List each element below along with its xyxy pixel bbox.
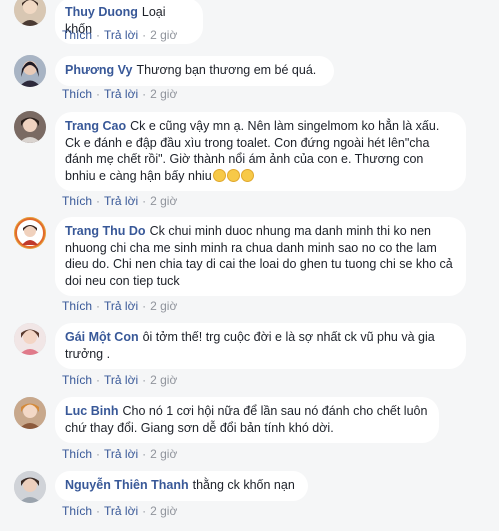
comment-actions: Thích · Trả lời · 2 giờ [62, 194, 177, 208]
like-link[interactable]: Thích [62, 504, 92, 518]
comment-actions: Thích · Trả lời · 2 giờ [62, 28, 177, 42]
comment-actions: Thích · Trả lời · 2 giờ [62, 87, 177, 101]
timestamp[interactable]: 2 giờ [150, 87, 177, 101]
like-link[interactable]: Thích [62, 447, 92, 461]
comment-actions: Thích · Trả lời · 2 giờ [62, 447, 177, 461]
comment-bubble: Luc Binh Cho nó 1 cơi hội nữa để lần sau … [55, 397, 439, 443]
separator: · [142, 87, 147, 101]
separator: · [96, 447, 101, 461]
avatar[interactable] [14, 111, 46, 143]
comment-bubble: Phương Vy Thương bạn thương em bé quá. [55, 56, 334, 86]
comment-author[interactable]: Trang Cao [65, 119, 126, 133]
like-link[interactable]: Thích [62, 87, 92, 101]
like-link[interactable]: Thích [62, 299, 92, 313]
reply-link[interactable]: Trả lời [104, 504, 138, 518]
timestamp[interactable]: 2 giờ [150, 373, 177, 387]
timestamp[interactable]: 2 giờ [150, 194, 177, 208]
separator: · [142, 447, 147, 461]
comment-text: Thương bạn thương em bé quá. [136, 63, 317, 77]
separator: · [96, 194, 101, 208]
comment-author[interactable]: Luc Binh [65, 404, 118, 418]
reply-link[interactable]: Trả lời [104, 87, 138, 101]
comment-bubble: Trang Thu Do Ck chui minh duoc nhung ma d… [55, 217, 466, 296]
separator: · [96, 373, 101, 387]
avatar[interactable] [14, 0, 46, 26]
like-link[interactable]: Thích [62, 194, 92, 208]
reply-link[interactable]: Trả lời [104, 28, 138, 42]
comment-author[interactable]: Thuy Duong [65, 5, 138, 19]
comment-author[interactable]: Nguyễn Thiên Thanh [65, 478, 189, 492]
timestamp[interactable]: 2 giờ [150, 447, 177, 461]
reply-link[interactable]: Trả lời [104, 447, 138, 461]
like-link[interactable]: Thích [62, 28, 92, 42]
comment-actions: Thích · Trả lời · 2 giờ [62, 504, 177, 518]
comment-author[interactable]: Trang Thu Do [65, 224, 146, 238]
comment-actions: Thích · Trả lời · 2 giờ [62, 373, 177, 387]
emoji-icon [212, 168, 226, 182]
separator: · [142, 373, 147, 387]
separator: · [142, 28, 147, 42]
separator: · [96, 28, 101, 42]
comment-actions: Thích · Trả lời · 2 giờ [62, 299, 177, 313]
reply-link[interactable]: Trả lời [104, 194, 138, 208]
comment-author[interactable]: Phương Vy [65, 63, 132, 77]
separator: · [96, 504, 101, 518]
comment-author[interactable]: Gái Một Con [65, 330, 139, 344]
separator: · [96, 87, 101, 101]
comment-bubble: Trang Cao Ck e cũng vậy mn ạ. Nên làm sin… [55, 112, 466, 191]
comment-bubble: Nguyễn Thiên Thanh thằng ck khốn nạn [55, 471, 308, 501]
emoji-icon [226, 168, 240, 182]
timestamp[interactable]: 2 giờ [150, 504, 177, 518]
separator: · [142, 194, 147, 208]
reply-link[interactable]: Trả lời [104, 373, 138, 387]
avatar[interactable] [14, 323, 46, 355]
comment-text: thằng ck khốn nạn [192, 478, 295, 492]
like-link[interactable]: Thích [62, 373, 92, 387]
avatar[interactable] [14, 55, 46, 87]
avatar[interactable] [14, 397, 46, 429]
emoji-icon [240, 168, 254, 182]
timestamp[interactable]: 2 giờ [150, 28, 177, 42]
comment-bubble: Gái Một Con ôi tởm thế! trg cuộc đời e là… [55, 323, 466, 369]
reply-link[interactable]: Trả lời [104, 299, 138, 313]
avatar[interactable] [14, 217, 46, 249]
separator: · [96, 299, 101, 313]
comment-text: Cho nó 1 cơi hội nữa để lần sau nó đánh … [65, 404, 428, 435]
timestamp[interactable]: 2 giờ [150, 299, 177, 313]
separator: · [142, 299, 147, 313]
avatar[interactable] [14, 471, 46, 503]
separator: · [142, 504, 147, 518]
